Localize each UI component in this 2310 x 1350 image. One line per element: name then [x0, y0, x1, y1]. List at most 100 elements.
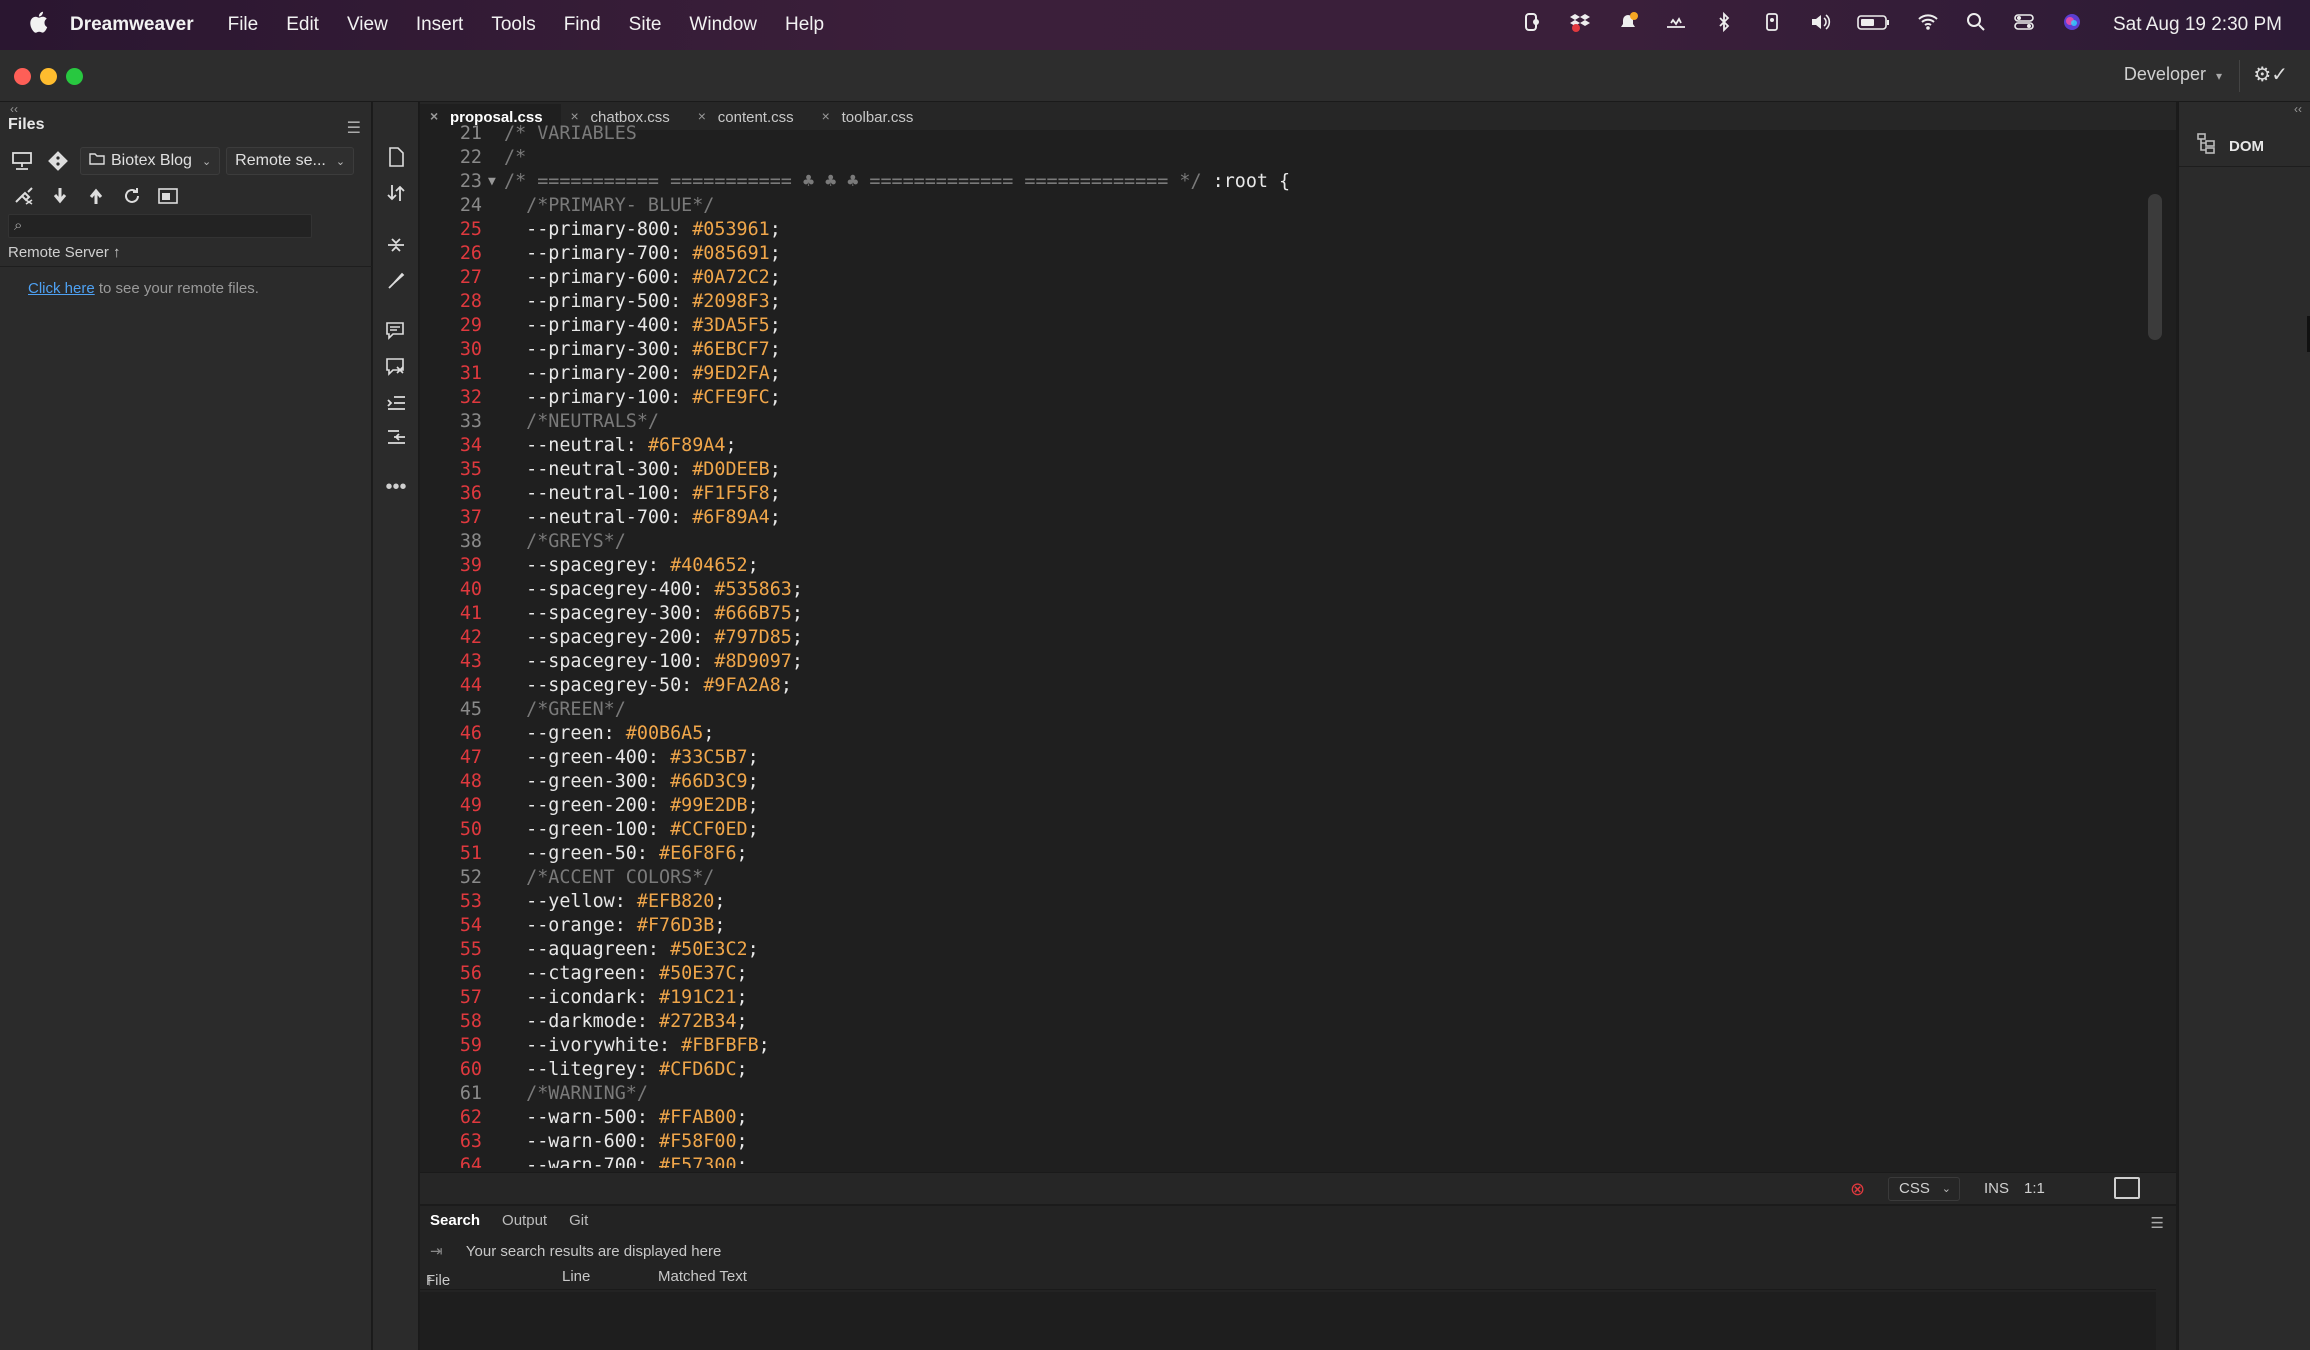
code-line[interactable]: 52 /*ACCENT COLORS*/ [426, 866, 2126, 890]
panel-menu-icon[interactable]: ☰ [347, 118, 361, 138]
indent-icon[interactable] [383, 390, 409, 416]
refresh-icon[interactable] [118, 182, 146, 210]
notification-bell-icon[interactable] [1617, 11, 1639, 39]
code-line[interactable]: 24 /*PRIMARY- BLUE*/ [426, 194, 2126, 218]
menu-tools[interactable]: Tools [491, 14, 535, 36]
more-options-icon[interactable]: ••• [383, 474, 409, 500]
line-number[interactable]: 37 [426, 506, 482, 530]
line-number[interactable]: 28 [426, 290, 482, 314]
spotlight-search-icon[interactable] [1965, 11, 1987, 39]
outdent-icon[interactable] [383, 424, 409, 450]
collapse-panel-icon[interactable]: ‹‹ [2294, 102, 2302, 116]
code-line[interactable]: 49 --green-200: #99E2DB; [426, 794, 2126, 818]
siri-icon[interactable] [2061, 11, 2083, 39]
code-line[interactable]: 50 --green-100: #CCF0ED; [426, 818, 2126, 842]
minimize-window-button[interactable] [40, 68, 57, 85]
line-number[interactable]: 44 [426, 674, 482, 698]
column-matched-text[interactable]: Matched Text [658, 1268, 747, 1285]
live-preview-icon[interactable] [2114, 1177, 2140, 1199]
line-number[interactable]: 63 [426, 1130, 482, 1154]
collapse-code-icon[interactable] [383, 232, 409, 258]
code-line[interactable]: 32 --primary-100: #CFE9FC; [426, 386, 2126, 410]
line-number[interactable]: 48 [426, 770, 482, 794]
code-line[interactable]: 62 --warn-500: #FFAB00; [426, 1106, 2126, 1130]
workspace-switcher[interactable]: Developer ▾ [2124, 64, 2222, 85]
menu-view[interactable]: View [347, 14, 388, 36]
line-number[interactable]: 54 [426, 914, 482, 938]
sync-settings-icon[interactable]: ⚙✓ [2253, 62, 2288, 87]
dropbox-status-icon[interactable] [1569, 11, 1591, 39]
get-files-icon[interactable] [46, 182, 74, 210]
code-line[interactable]: 34 --neutral: #6F89A4; [426, 434, 2126, 458]
insert-mode[interactable]: INS [1984, 1180, 2009, 1197]
brush-icon[interactable] [383, 268, 409, 294]
line-number[interactable]: 27 [426, 266, 482, 290]
line-number[interactable]: 36 [426, 482, 482, 506]
menu-site[interactable]: Site [629, 14, 662, 36]
menu-window[interactable]: Window [689, 14, 757, 36]
zoom-window-button[interactable] [66, 68, 83, 85]
code-line[interactable]: 37 --neutral-700: #6F89A4; [426, 506, 2126, 530]
column-line[interactable]: Line [562, 1268, 590, 1285]
manage-sites-icon[interactable] [8, 147, 36, 175]
line-number[interactable]: 40 [426, 578, 482, 602]
line-number[interactable]: 29 [426, 314, 482, 338]
line-number[interactable]: 58 [426, 1010, 482, 1034]
put-files-icon[interactable] [82, 182, 110, 210]
fold-arrow-icon[interactable]: ▼ [488, 170, 496, 194]
code-line[interactable]: 27 --primary-600: #0A72C2; [426, 266, 2126, 290]
site-dropdown[interactable]: Biotex Blog ⌄ [80, 147, 221, 175]
line-number[interactable]: 59 [426, 1034, 482, 1058]
line-number[interactable]: 50 [426, 818, 482, 842]
code-line[interactable]: 58 --darkmode: #272B34; [426, 1010, 2126, 1034]
code-line[interactable]: 61 /*WARNING*/ [426, 1082, 2126, 1106]
line-number[interactable]: 46 [426, 722, 482, 746]
code-line[interactable]: 25 --primary-800: #053961; [426, 218, 2126, 242]
line-number[interactable]: 34 [426, 434, 482, 458]
code-line[interactable]: 21 /* VARIABLES [426, 122, 2126, 146]
line-number[interactable]: 32 [426, 386, 482, 410]
code-line[interactable]: 30 --primary-300: #6EBCF7; [426, 338, 2126, 362]
line-number[interactable]: 31 [426, 362, 482, 386]
cursor-position[interactable]: 1:1 [2024, 1180, 2045, 1197]
tab-git[interactable]: Git [569, 1212, 588, 1229]
code-line[interactable]: 51 --green-50: #E6F8F6; [426, 842, 2126, 866]
code-line[interactable]: 63 --warn-600: #F58F00; [426, 1130, 2126, 1154]
files-panel-tab[interactable]: Files [8, 116, 44, 134]
code-line[interactable]: 47 --green-400: #33C5B7; [426, 746, 2126, 770]
line-number[interactable]: 60 [426, 1058, 482, 1082]
code-line[interactable]: 33 /*NEUTRALS*/ [426, 410, 2126, 434]
code-line[interactable]: 23 ▼ /* =========== =========== ♣ ♣ ♣ ====… [426, 170, 2126, 194]
code-line[interactable]: 43 --spacegrey-100: #8D9097; [426, 650, 2126, 674]
code-line[interactable]: 46 --green: #00B6A5; [426, 722, 2126, 746]
dom-panel-tab[interactable]: DOM [2195, 132, 2264, 160]
wifi-icon[interactable] [1917, 11, 1939, 39]
line-number[interactable]: 26 [426, 242, 482, 266]
language-dropdown[interactable]: CSS ⌄ [1888, 1177, 1960, 1201]
code-line[interactable]: 56 --ctagreen: #50E37C; [426, 962, 2126, 986]
line-number[interactable]: 62 [426, 1106, 482, 1130]
code-line[interactable]: 54 --orange: #F76D3B; [426, 914, 2126, 938]
tab-search[interactable]: Search [430, 1212, 480, 1229]
menu-file[interactable]: File [228, 14, 259, 36]
code-line[interactable]: 28 --primary-500: #2098F3; [426, 290, 2126, 314]
line-number[interactable]: 53 [426, 890, 482, 914]
remote-server-header[interactable]: Remote Server ↑ [8, 244, 121, 261]
new-document-icon[interactable] [383, 144, 409, 170]
battery-icon[interactable] [1857, 11, 1891, 39]
line-number[interactable]: 30 [426, 338, 482, 362]
collapse-panel-icon[interactable]: ‹‹ [10, 102, 18, 116]
files-search-input[interactable]: ⌕ [8, 214, 312, 238]
code-line[interactable]: 64 --warn-700: #F57300; [426, 1154, 2126, 1168]
line-number[interactable]: 38 [426, 530, 482, 554]
menubar-clock[interactable]: Sat Aug 19 2:30 PM [2113, 14, 2282, 36]
line-number[interactable]: 49 [426, 794, 482, 818]
code-line[interactable]: 26 --primary-700: #085691; [426, 242, 2126, 266]
code-line[interactable]: 36 --neutral-100: #F1F5F8; [426, 482, 2126, 506]
activity-status-icon[interactable] [1665, 11, 1687, 39]
control-center-icon[interactable] [2013, 11, 2035, 39]
code-line[interactable]: 44 --spacegrey-50: #9FA2A8; [426, 674, 2126, 698]
code-line[interactable]: 31 --primary-200: #9ED2FA; [426, 362, 2126, 386]
code-line[interactable]: 40 --spacegrey-400: #535863; [426, 578, 2126, 602]
code-line[interactable]: 53 --yellow: #EFB820; [426, 890, 2126, 914]
